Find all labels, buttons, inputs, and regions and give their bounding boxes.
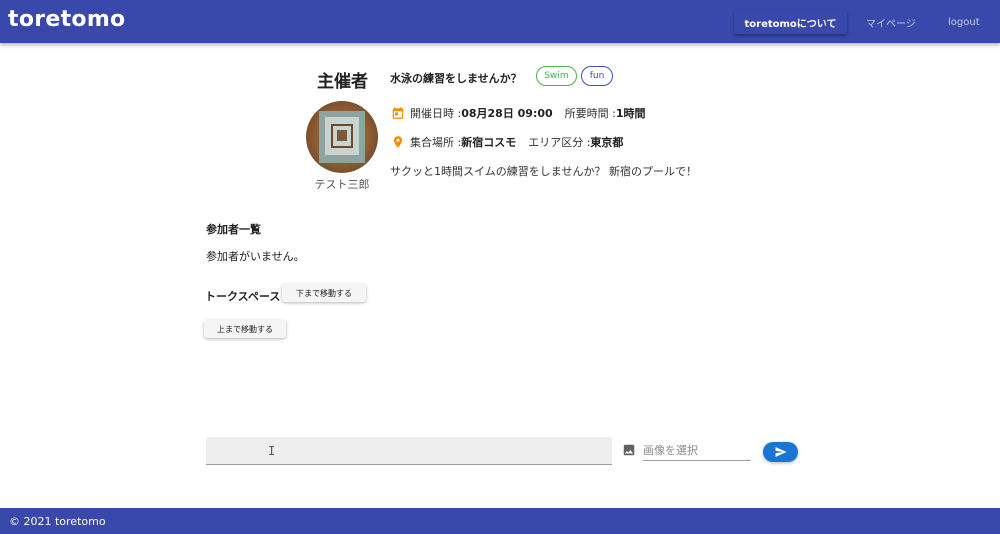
- area-value: 東京都: [590, 136, 624, 149]
- date-label: 開催日時 :: [410, 107, 462, 120]
- footer: © 2021 toretomo: [0, 508, 1000, 534]
- tag-chip-swim[interactable]: Swim: [536, 66, 577, 86]
- host-label: 主催者: [317, 72, 368, 92]
- talk-space-title: トークスペース: [205, 290, 281, 303]
- footer-text: © 2021 toretomo: [9, 514, 106, 528]
- date-value: 08月28日 09:00: [461, 107, 553, 120]
- participants-title: 参加者一覧: [206, 223, 261, 236]
- avatar-frame-center: [337, 130, 347, 141]
- calendar-icon: [392, 107, 404, 119]
- event-place-row: 集合場所 : 新宿コスモ エリア区分 : 東京都: [391, 134, 623, 150]
- image-icon[interactable]: [622, 443, 636, 457]
- place-label: 集合場所 :: [410, 136, 462, 149]
- map-marker-icon: [393, 136, 403, 148]
- nav-mypage-link[interactable]: マイページ: [866, 10, 916, 34]
- event-title: 水泳の練習をしませんか？: [390, 72, 522, 85]
- tag-chip-fun[interactable]: fun: [581, 66, 613, 86]
- nav-logout-link[interactable]: logout: [948, 10, 980, 34]
- area-label: エリア区分 :: [528, 136, 591, 149]
- event-date-row: 開催日時 : 08月28日 09:00 所要時間 : 1時間: [391, 105, 646, 121]
- text-cursor-icon: I: [268, 444, 276, 458]
- place-value: 新宿コスモ: [461, 136, 517, 149]
- send-icon: [775, 447, 786, 457]
- duration-label: 所要時間 :: [564, 107, 616, 120]
- scroll-up-button[interactable]: 上まで移動する: [204, 320, 286, 338]
- host-name: テスト三郎: [314, 178, 370, 191]
- duration-value: 1時間: [615, 107, 646, 120]
- app-bar: toretomo toretomoについて マイページ logout: [0, 0, 1000, 43]
- message-input[interactable]: [206, 437, 612, 465]
- send-button[interactable]: [763, 442, 798, 462]
- host-avatar[interactable]: [306, 101, 378, 173]
- event-description: サクッと1時間スイムの練習をしませんか？ 新宿のプールで！: [390, 165, 697, 178]
- nav-about-button[interactable]: toretomoについて: [734, 10, 847, 34]
- image-file-input[interactable]: 画像を選択: [643, 440, 751, 461]
- scroll-down-button[interactable]: 下まで移動する: [282, 284, 366, 302]
- participants-empty-text: 参加者がいません。: [206, 250, 305, 263]
- brand-logo[interactable]: toretomo: [8, 7, 125, 32]
